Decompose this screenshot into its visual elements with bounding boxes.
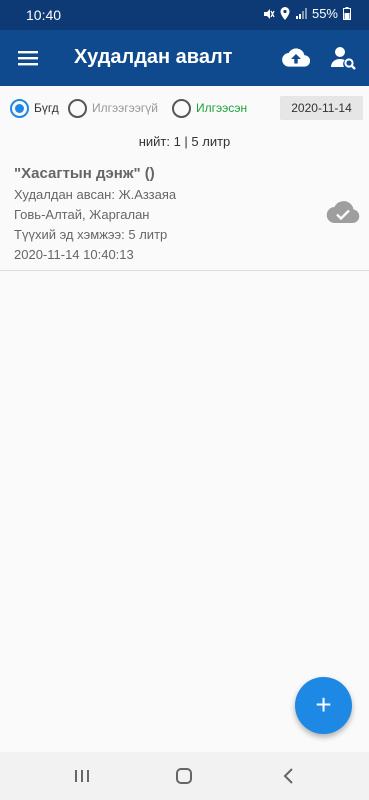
recent-apps-icon[interactable] (71, 765, 93, 787)
system-nav-bar (0, 752, 369, 800)
cloud-done-icon (326, 201, 360, 224)
user-search-icon[interactable] (330, 45, 356, 71)
status-icons: 55% (263, 6, 351, 21)
app-bar: Худалдан авалт (0, 30, 369, 86)
filter-all-radio[interactable]: Бүгд (10, 98, 59, 118)
menu-icon[interactable] (16, 46, 40, 70)
location-text: Говь-Алтай, Жаргалан (14, 207, 150, 222)
status-bar: 10:40 55% (0, 0, 369, 30)
location-icon (280, 7, 290, 20)
status-time: 10:40 (26, 7, 62, 23)
cloud-upload-icon[interactable] (282, 45, 310, 71)
mute-icon (263, 8, 275, 19)
battery-icon (343, 7, 351, 20)
battery-percent: 55% (311, 6, 338, 21)
add-icon: + (315, 689, 332, 720)
datetime-text: 2020-11-14 10:40:13 (14, 247, 134, 262)
filter-sent-radio[interactable]: Илгээсэн (172, 98, 247, 118)
radio-indicator (172, 98, 191, 118)
filter-bar: Бүгд Илгээгээгүй Илгээсэн 2020-11-14 (0, 86, 369, 130)
page-title: Худалдан авалт (74, 46, 233, 68)
back-icon[interactable] (278, 765, 300, 787)
list-item[interactable]: "Хасагтын дэнж" () Худалдан авсан: Ж.Азз… (0, 157, 369, 271)
filter-not-sent-label: Илгээгээгүй (92, 101, 158, 115)
signal-icon (295, 7, 307, 19)
radio-selected-indicator (10, 98, 29, 118)
add-button[interactable]: + (295, 677, 352, 734)
home-icon[interactable] (173, 765, 195, 787)
filter-not-sent-radio[interactable]: Илгээгээгүй (68, 98, 158, 118)
buyer-text: Худалдан авсан: Ж.Аззаяа (14, 187, 177, 202)
date-picker-button[interactable]: 2020-11-14 (280, 96, 363, 120)
radio-indicator (68, 98, 87, 118)
filter-all-label: Бүгд (34, 101, 59, 115)
filter-sent-label: Илгээсэн (196, 101, 248, 115)
quantity-text: Түүхий эд хэмжээ: 5 литр (14, 227, 168, 242)
summary-total: нийт: 1 | 5 литр (138, 134, 231, 149)
supplier-name: "Хасагтын дэнж" () (14, 165, 155, 182)
